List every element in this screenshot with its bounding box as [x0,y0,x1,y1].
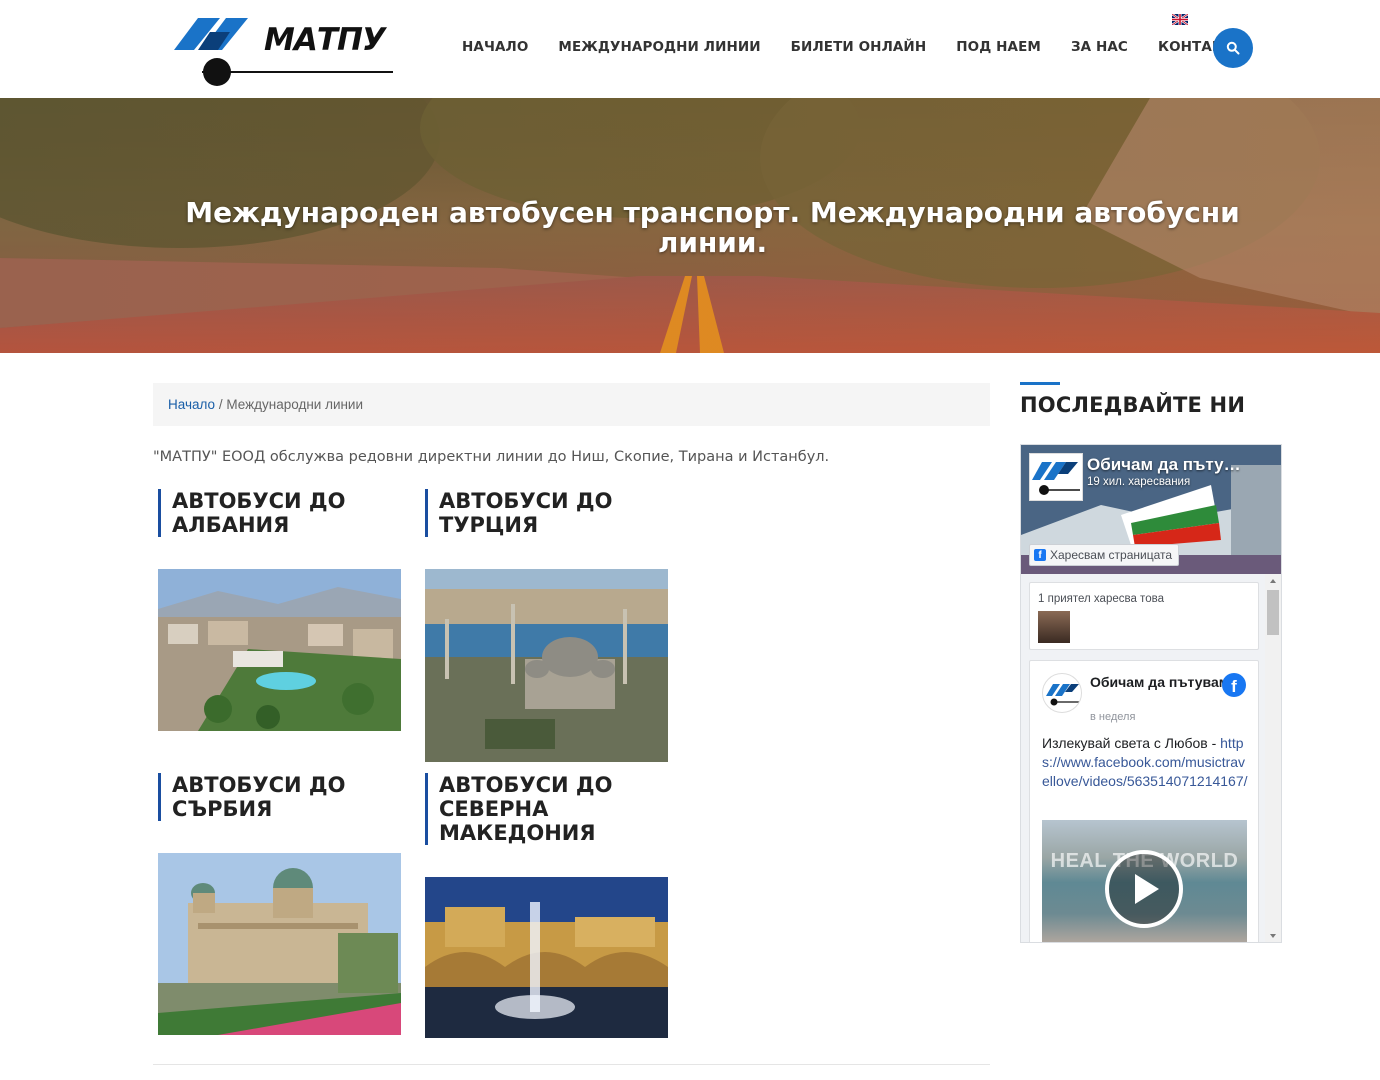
sidebar-accent-line [1020,382,1060,385]
card-title[interactable]: АВТОБУСИ ДО СЪРБИЯ [158,773,401,821]
matpu-logo-icon [1032,462,1080,495]
card-albania[interactable]: АВТОБУСИ ДО АЛБАНИЯ [158,489,401,731]
breadcrumb: Начало / Международни линии [153,383,990,426]
fb-post-time[interactable]: в неделя [1090,711,1135,723]
card-title[interactable]: АВТОБУСИ ДО ТУРЦИЯ [425,489,668,537]
search-icon [1226,41,1240,55]
fb-friend-text: 1 приятел харесва това [1038,593,1164,605]
nav-international-lines[interactable]: МЕЖДУНАРОДНИ ЛИНИИ [543,38,775,56]
breadcrumb-current: Международни линии [226,397,364,412]
belgrade-parliament-image [158,853,401,1035]
fb-video-thumbnail[interactable]: HEAL THE WORLD [1042,820,1247,942]
card-macedonia-image[interactable] [425,877,668,1038]
hero-title: Международен автобусен транспорт. Междун… [185,196,1240,259]
scroll-down-icon[interactable] [1265,931,1281,941]
fb-post: Обичам да пътувам в неделя f Излекувай с… [1029,660,1259,942]
intro-text: "МАТПУ" ЕООД обслужва редовни директни л… [153,449,830,465]
play-icon [1135,874,1159,904]
card-turkey[interactable]: АВТОБУСИ ДО ТУРЦИЯ [425,489,668,762]
scroll-up-icon[interactable] [1265,576,1281,586]
fb-post-author[interactable]: Обичам да пътувам [1090,673,1229,691]
fb-like-page-button[interactable]: f Харесвам страницата [1029,544,1180,566]
sidebar-title: ПОСЛЕДВАЙТЕ НИ [1020,393,1246,417]
istanbul-mosque-image [425,569,668,762]
nav-tickets-online[interactable]: БИЛЕТИ ОНЛАЙН [776,38,942,56]
card-serbia-image[interactable] [158,853,401,1035]
logo-text: МАТПУ [264,22,386,58]
fb-like-page-label: Харесвам страницата [1050,548,1173,562]
card-title[interactable]: АВТОБУСИ ДО АЛБАНИЯ [158,489,401,537]
fb-page-name[interactable]: Обичам да пъту… [1087,455,1241,475]
facebook-logo-icon[interactable]: f [1222,673,1246,697]
card-macedonia[interactable]: АВТОБУСИ ДО СЕВЕРНА МАКЕДОНИЯ [425,773,668,1038]
site-header: МАТПУ НАЧАЛО МЕЖДУНАРОДНИ ЛИНИИ БИЛЕТИ О… [0,0,1380,98]
nav-home[interactable]: НАЧАЛО [447,38,543,56]
hero-banner: Международен автобусен транспорт. Междун… [0,98,1380,353]
fb-page-logo[interactable] [1029,453,1083,501]
main-nav: НАЧАЛО МЕЖДУНАРОДНИ ЛИНИИ БИЛЕТИ ОНЛАЙН … [447,38,1259,56]
play-button[interactable] [1105,850,1183,928]
fb-post-message: Излекувай света с Любов - [1042,735,1217,751]
content-divider [153,1064,990,1065]
fb-scrollbar[interactable] [1265,574,1281,942]
site-logo[interactable]: МАТПУ [172,16,397,88]
uk-flag-icon[interactable] [1172,14,1188,25]
matpu-logo-icon [1046,684,1080,706]
breadcrumb-separator: / [218,397,223,412]
card-turkey-image[interactable] [425,569,668,762]
card-title[interactable]: АВТОБУСИ ДО СЕВЕРНА МАКЕДОНИЯ [425,773,668,845]
search-button[interactable] [1213,28,1253,68]
fb-cover-image[interactable]: Обичам да пъту… 19 хил. харесвания f Хар… [1021,445,1281,574]
skopje-fountain-image [425,877,668,1038]
fb-likes-count: 19 хил. харесвания [1087,476,1191,488]
tirana-city-image [158,569,401,731]
fb-friends-box: 1 приятел харесва това [1029,582,1259,650]
card-serbia[interactable]: АВТОБУСИ ДО СЪРБИЯ [158,773,401,1035]
friend-avatar[interactable] [1038,611,1070,643]
fb-post-avatar[interactable] [1042,673,1082,713]
card-albania-image[interactable] [158,569,401,731]
breadcrumb-home-link[interactable]: Начало [168,397,215,412]
fb-post-text: Излекувай света с Любов - https://www.fa… [1042,734,1250,791]
facebook-icon: f [1034,549,1046,561]
nav-about[interactable]: ЗА НАС [1056,38,1143,56]
fb-scrollbar-thumb[interactable] [1267,590,1279,635]
facebook-widget[interactable]: Обичам да пъту… 19 хил. харесвания f Хар… [1020,444,1282,943]
nav-rental[interactable]: ПОД НАЕМ [941,38,1056,56]
